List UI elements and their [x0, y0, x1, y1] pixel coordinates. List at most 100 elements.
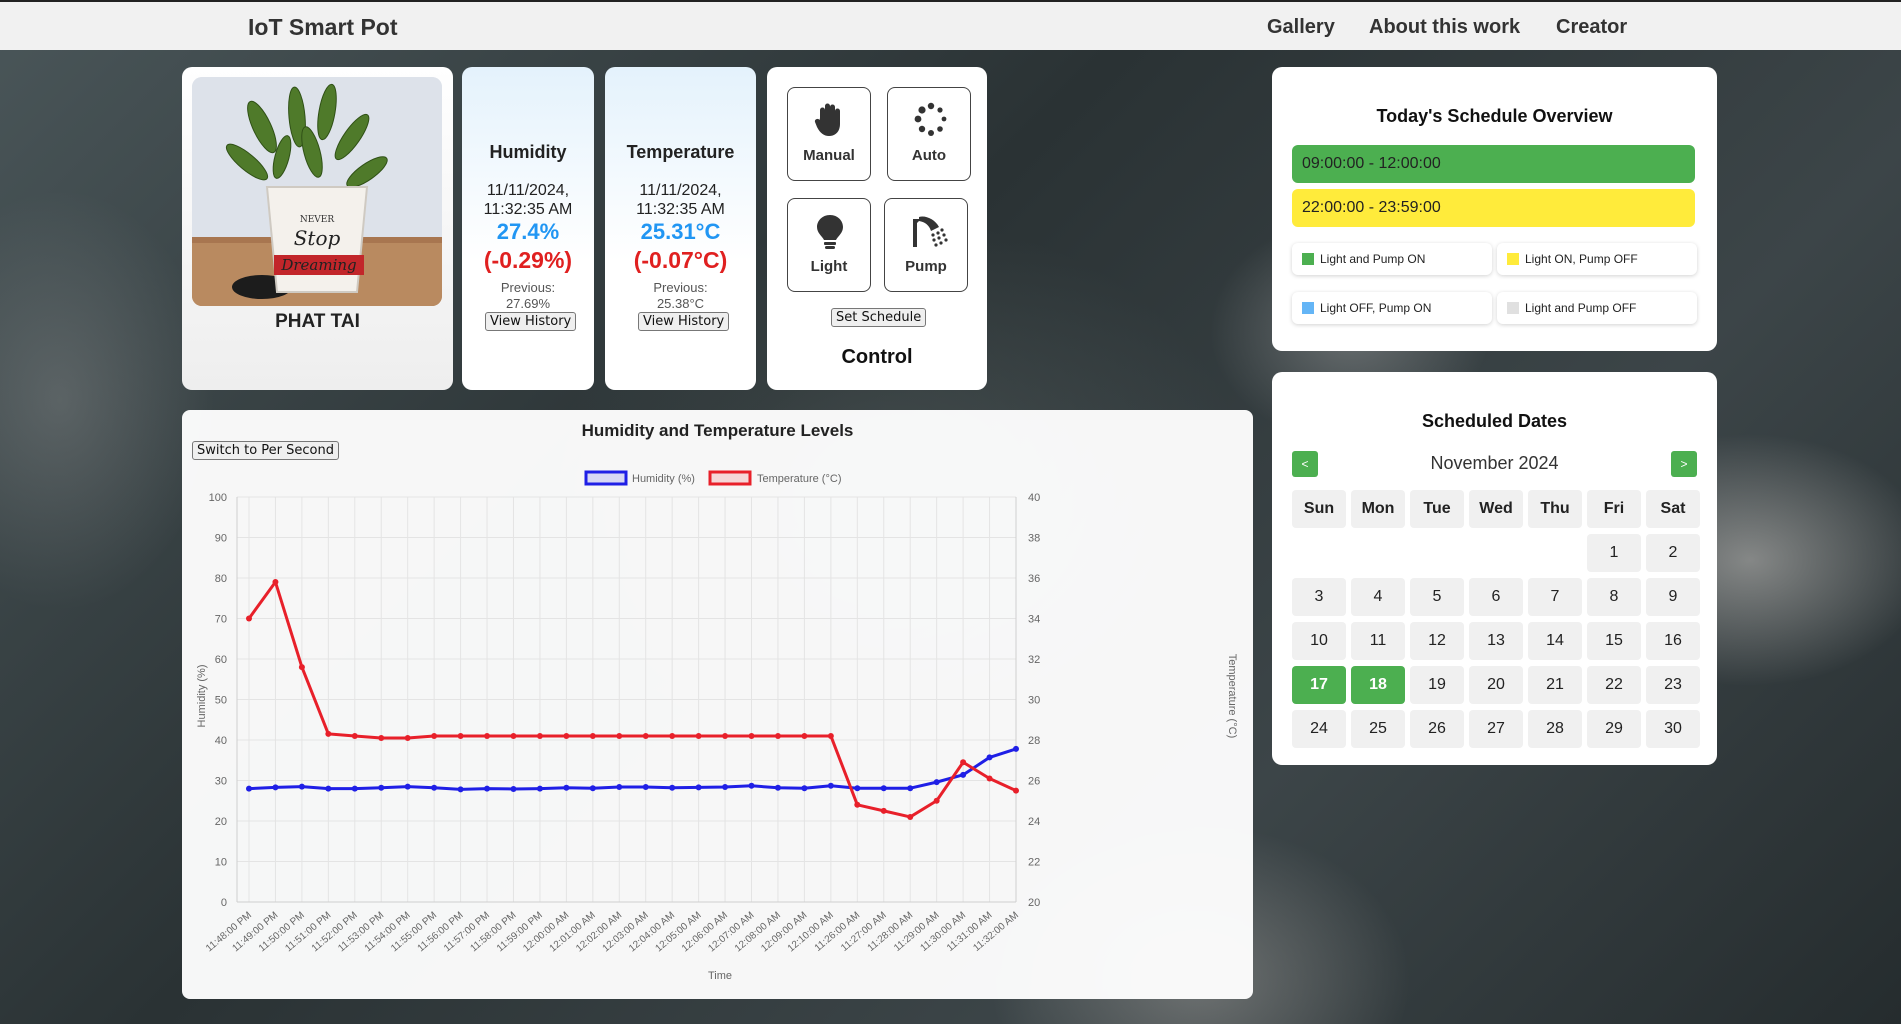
weekday-mon: Mon: [1351, 490, 1405, 528]
humidity-data-point: [298, 783, 305, 790]
humidity-timestamp: 11/11/2024, 11:32:35 AM: [462, 181, 594, 219]
calendar-day-30[interactable]: 30: [1646, 710, 1700, 748]
temperature-data-point: [616, 732, 623, 739]
calendar-day-24[interactable]: 24: [1292, 710, 1346, 748]
calendar-day-13[interactable]: 13: [1469, 622, 1523, 660]
y2-tick-label: 38: [1028, 533, 1040, 545]
nav-gallery[interactable]: Gallery: [1267, 16, 1335, 39]
calendar-day-28[interactable]: 28: [1528, 710, 1582, 748]
temperature-previous: Previous: 25.38°C: [605, 280, 756, 312]
navbar: IoT Smart Pot Gallery About this work Cr…: [0, 0, 1901, 50]
temperature-title: Temperature: [626, 142, 735, 162]
humidity-data-point: [880, 785, 887, 792]
y-tick-label: 10: [215, 857, 227, 869]
y-tick-label: 20: [215, 816, 227, 828]
calendar-day-14[interactable]: 14: [1528, 622, 1582, 660]
humidity-data-point: [669, 784, 676, 791]
brand-title[interactable]: IoT Smart Pot: [248, 14, 398, 41]
y2-tick-label: 32: [1028, 654, 1040, 666]
temperature-data-point: [510, 732, 517, 739]
y2-tick-label: 22: [1028, 857, 1040, 869]
calendar-day-7[interactable]: 7: [1528, 578, 1582, 616]
pump-button[interactable]: Pump: [884, 198, 968, 292]
humidity-data-point: [907, 785, 914, 792]
humidity-data-point: [536, 785, 543, 792]
y-tick-label: 80: [215, 573, 227, 585]
calendar-day-12[interactable]: 12: [1410, 622, 1464, 660]
calendar-day-9[interactable]: 9: [1646, 578, 1700, 616]
calendar-next-button[interactable]: >: [1671, 451, 1697, 477]
spinner-icon: [914, 102, 947, 136]
y2-tick-label: 40: [1028, 492, 1040, 504]
calendar-day-1[interactable]: 1: [1587, 534, 1641, 572]
light-button[interactable]: Light: [787, 198, 871, 292]
humidity-previous: Previous: 27.69%: [462, 280, 594, 312]
humidity-card: Humidity 11/11/2024, 11:32:35 AM 27.4% (…: [462, 67, 594, 390]
x-axis-label: Time: [708, 970, 732, 982]
y2-tick-label: 30: [1028, 695, 1040, 707]
calendar-title: Scheduled Dates: [1421, 411, 1568, 431]
nav-creator[interactable]: Creator: [1556, 16, 1627, 39]
calendar-day-27[interactable]: 27: [1469, 710, 1523, 748]
humidity-data-point: [722, 783, 729, 790]
temperature-data-point: [351, 732, 358, 739]
temperature-history-button[interactable]: View History: [638, 312, 730, 331]
calendar-day-22[interactable]: 22: [1587, 666, 1641, 704]
calendar-day-4[interactable]: 4: [1351, 578, 1405, 616]
auto-button[interactable]: Auto: [887, 87, 971, 181]
humidity-history-button[interactable]: View History: [485, 312, 577, 331]
humidity-data-point: [351, 785, 358, 792]
calendar-day-2[interactable]: 2: [1646, 534, 1700, 572]
calendar-day-17[interactable]: 17: [1292, 666, 1346, 704]
humidity-data-point: [589, 785, 596, 792]
calendar-day-3[interactable]: 3: [1292, 578, 1346, 616]
calendar-month: November 2024: [1430, 453, 1559, 473]
humidity-data-point: [431, 784, 438, 791]
legend-light-on-pump-off: Light ON, Pump OFF: [1497, 243, 1697, 275]
manual-button[interactable]: Manual: [787, 87, 871, 181]
calendar-day-23[interactable]: 23: [1646, 666, 1700, 704]
calendar-day-6[interactable]: 6: [1469, 578, 1523, 616]
calendar-day-5[interactable]: 5: [1410, 578, 1464, 616]
humidity-data-point: [378, 784, 385, 791]
temperature-value: 25.31°C: [640, 219, 721, 244]
legend-swatch-gray: [1507, 302, 1519, 314]
calendar-day-11[interactable]: 11: [1351, 622, 1405, 660]
calendar-day-21[interactable]: 21: [1528, 666, 1582, 704]
humidity-data-point: [774, 784, 781, 791]
temperature-date: 11/11/2024,: [639, 182, 722, 199]
schedule-slot-2[interactable]: 22:00:00 - 23:59:00: [1292, 189, 1695, 227]
calendar-day-20[interactable]: 20: [1469, 666, 1523, 704]
humidity-data-point: [616, 783, 623, 790]
temperature-data-point: [536, 732, 543, 739]
temperature-data-point: [748, 732, 755, 739]
temperature-data-point: [378, 734, 385, 741]
set-schedule-button[interactable]: Set Schedule: [831, 308, 927, 327]
calendar-day-29[interactable]: 29: [1587, 710, 1641, 748]
calendar-day-18[interactable]: 18: [1351, 666, 1405, 704]
calendar-day-10[interactable]: 10: [1292, 622, 1346, 660]
chart-legend: Humidity (%) Temperature (°C): [584, 470, 841, 486]
light-label: Light: [810, 258, 848, 275]
calendar-day-15[interactable]: 15: [1587, 622, 1641, 660]
humidity-previous-value: 27.69%: [505, 296, 551, 311]
weekday-tue: Tue: [1410, 490, 1464, 528]
humidity-data-point: [484, 785, 491, 792]
temperature-data-point: [404, 734, 411, 741]
schedule-slot-1[interactable]: 09:00:00 - 12:00:00: [1292, 145, 1695, 183]
temperature-data-point: [1013, 787, 1019, 794]
humidity-data-point: [642, 783, 649, 790]
plant-photo: NEVER Stop Dreaming: [192, 77, 442, 306]
y2-axis-label: Temperature (°C): [1226, 654, 1238, 738]
calendar-day-26[interactable]: 26: [1410, 710, 1464, 748]
temperature-data-point: [484, 732, 491, 739]
calendar-day-8[interactable]: 8: [1587, 578, 1641, 616]
y-tick-label: 50: [215, 695, 227, 707]
y-tick-label: 70: [215, 614, 227, 626]
temperature-data-point: [325, 730, 332, 737]
calendar-day-16[interactable]: 16: [1646, 622, 1700, 660]
calendar-day-25[interactable]: 25: [1351, 710, 1405, 748]
calendar-day-19[interactable]: 19: [1410, 666, 1464, 704]
nav-about[interactable]: About this work: [1369, 16, 1520, 39]
y-tick-label: 90: [215, 533, 227, 545]
